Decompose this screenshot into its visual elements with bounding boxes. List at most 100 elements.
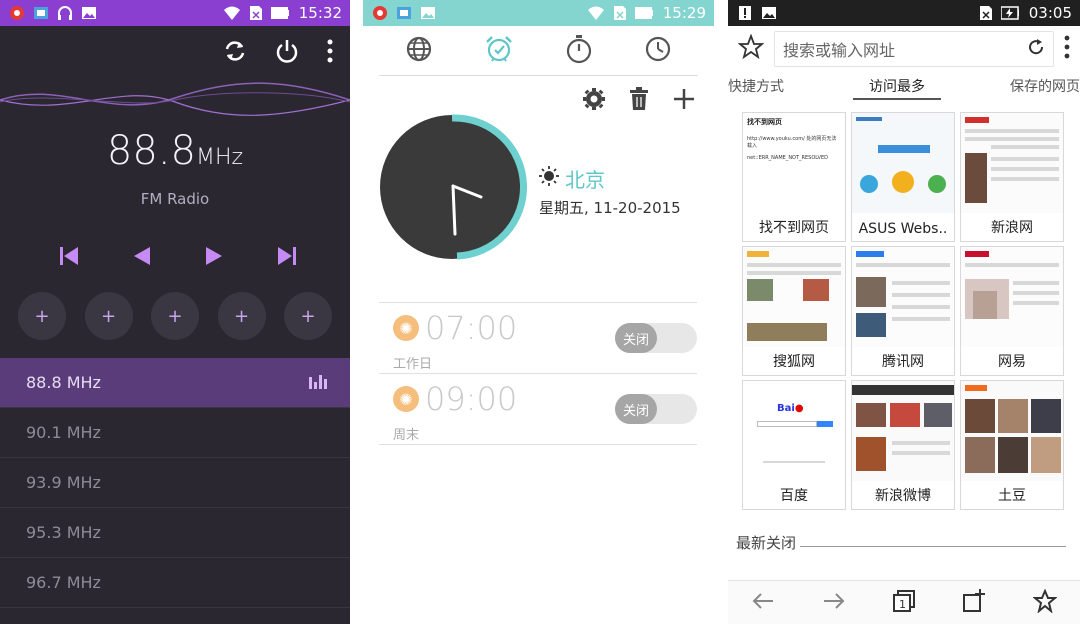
stopwatch-tab-icon[interactable]: [565, 34, 593, 68]
status-time: 15:29: [662, 4, 706, 22]
status-time: 15:32: [298, 4, 342, 22]
sun-alarm-icon: ✺: [393, 315, 419, 341]
fm-radio-screen: 15:32 88.8MHz FM Radio + + + + + 88.8 MH…: [0, 0, 350, 624]
site-tile[interactable]: 网易: [960, 246, 1064, 376]
delete-trash-icon[interactable]: [628, 87, 650, 115]
frequency-value: 88.8: [106, 128, 196, 174]
station-frequency: 93.9 MHz: [26, 473, 101, 492]
alert-icon: [736, 4, 754, 22]
site-thumbnail: [743, 247, 845, 347]
alarm-tab-icon[interactable]: [484, 34, 514, 68]
add-preset-button[interactable]: +: [217, 292, 266, 340]
error-page-title: 找不到网页: [747, 118, 782, 126]
site-tile[interactable]: 找不到网页 http://www.youku.com/ 处的网页无法载入 net…: [742, 112, 846, 242]
tab-switcher-icon[interactable]: 1: [892, 589, 916, 617]
site-thumbnail: [852, 381, 954, 481]
error-page-text: http://www.youku.com/ 处的网页无法载入: [747, 136, 837, 149]
alarm-item[interactable]: ✺ 07:00 工作日 关闭: [379, 303, 697, 374]
bookmark-star-icon[interactable]: [737, 33, 765, 64]
site-name: 找不到网页: [759, 220, 829, 236]
more-menu-icon[interactable]: [1064, 35, 1070, 63]
site-name: 百度: [780, 488, 808, 504]
station-item[interactable]: 95.3 MHz: [0, 508, 350, 558]
site-name: ASUS Webs..: [858, 221, 948, 237]
clock-screen: 15:29 北京 星期五, 11-20-2015 ✺ 07:00 工作日 关闭 …: [363, 0, 714, 624]
site-thumbnail: 找不到网页 http://www.youku.com/ 处的网页无法载入 net…: [743, 113, 845, 213]
playback-controls: [58, 244, 298, 272]
battery-charging-icon: [1000, 4, 1019, 22]
station-frequency: 88.8 MHz: [26, 373, 101, 392]
station-item[interactable]: 90.1 MHz: [0, 408, 350, 458]
recently-closed-label: 最新关闭: [736, 534, 797, 552]
alarm-toggle[interactable]: 关闭: [615, 394, 697, 424]
site-thumbnail: [961, 247, 1063, 347]
divider: [800, 546, 1066, 547]
most-visited-grid: 找不到网页 http://www.youku.com/ 处的网页无法载入 net…: [742, 112, 1064, 510]
timer-tab-icon[interactable]: [644, 35, 672, 67]
favorites-star-icon[interactable]: [1031, 587, 1058, 617]
site-tile[interactable]: 腾讯网: [851, 246, 955, 376]
station-item[interactable]: 96.7 MHz: [0, 558, 350, 608]
search-url-input[interactable]: 搜索或输入网址: [774, 31, 1054, 67]
site-tile[interactable]: 新浪网: [960, 112, 1064, 242]
add-preset-button[interactable]: +: [18, 292, 66, 340]
seek-back-icon[interactable]: [131, 244, 153, 272]
site-name: 搜狐网: [773, 354, 815, 370]
current-date: 星期五, 11-20-2015: [539, 199, 681, 217]
tab-shortcuts[interactable]: 快捷方式: [728, 72, 784, 100]
site-name: 新浪网: [991, 220, 1033, 236]
world-clock-tab-icon[interactable]: [405, 35, 433, 67]
site-tile[interactable]: 搜狐网: [742, 246, 846, 376]
app-notification-icon: [371, 4, 389, 22]
add-preset-button[interactable]: +: [284, 292, 332, 340]
status-time: 03:05: [1028, 4, 1072, 22]
recently-closed-header[interactable]: 最新关闭: [736, 532, 1066, 553]
power-icon[interactable]: [274, 38, 300, 68]
station-item[interactable]: 88.8 MHz: [0, 358, 350, 408]
reload-icon[interactable]: [1027, 38, 1045, 60]
site-thumbnail: [852, 247, 954, 347]
svg-text:1: 1: [899, 598, 906, 611]
new-tab-icon[interactable]: [962, 588, 986, 617]
site-tile[interactable]: ASUS Webs..: [851, 112, 955, 242]
site-tile[interactable]: 土豆: [960, 380, 1064, 510]
battery-icon: [634, 4, 653, 22]
skip-next-icon[interactable]: [276, 244, 298, 272]
toggle-state: 关闭: [615, 394, 657, 424]
no-sim-icon: [247, 4, 265, 22]
forward-arrow-icon[interactable]: [822, 591, 846, 615]
station-frequency: 96.7 MHz: [26, 573, 101, 592]
weather-info: 北京 星期五, 11-20-2015: [539, 164, 681, 218]
no-sim-icon: [611, 4, 629, 22]
alarm-time: 07:00: [425, 309, 518, 347]
station-item[interactable]: 93.9 MHz: [0, 458, 350, 508]
add-preset-button[interactable]: +: [151, 292, 199, 340]
station-frequency: 95.3 MHz: [26, 523, 101, 542]
toggle-state: 关闭: [615, 323, 657, 353]
site-tile[interactable]: 新浪微博: [851, 380, 955, 510]
tab-saved-pages[interactable]: 保存的网页: [1010, 72, 1080, 100]
fm-toolbar: [0, 26, 350, 80]
alarm-toggle[interactable]: 关闭: [615, 323, 697, 353]
sun-weather-icon: [539, 166, 559, 191]
alarm-time: 09:00: [425, 380, 518, 418]
back-arrow-icon[interactable]: [751, 591, 775, 615]
wifi-icon: [587, 4, 605, 22]
add-preset-button[interactable]: +: [84, 292, 133, 340]
current-frequency: 88.8MHz: [0, 128, 350, 174]
more-menu-icon[interactable]: [326, 38, 334, 68]
battery-icon: [270, 4, 289, 22]
alarm-item[interactable]: ✺ 09:00 周末 关闭: [379, 374, 697, 445]
city-row[interactable]: 北京: [539, 164, 681, 193]
app-notification-icon: [8, 4, 26, 22]
city-name: 北京: [565, 168, 605, 192]
site-tile[interactable]: Bai● 百度: [742, 380, 846, 510]
skip-previous-icon[interactable]: [58, 244, 80, 272]
add-alarm-plus-icon[interactable]: [672, 87, 696, 115]
refresh-icon[interactable]: [222, 38, 248, 68]
settings-gear-icon[interactable]: [582, 87, 606, 115]
tab-most-visited[interactable]: 访问最多: [853, 72, 941, 100]
site-name: 腾讯网: [882, 354, 924, 370]
preset-buttons: + + + + +: [18, 292, 332, 340]
play-icon[interactable]: [203, 244, 225, 272]
